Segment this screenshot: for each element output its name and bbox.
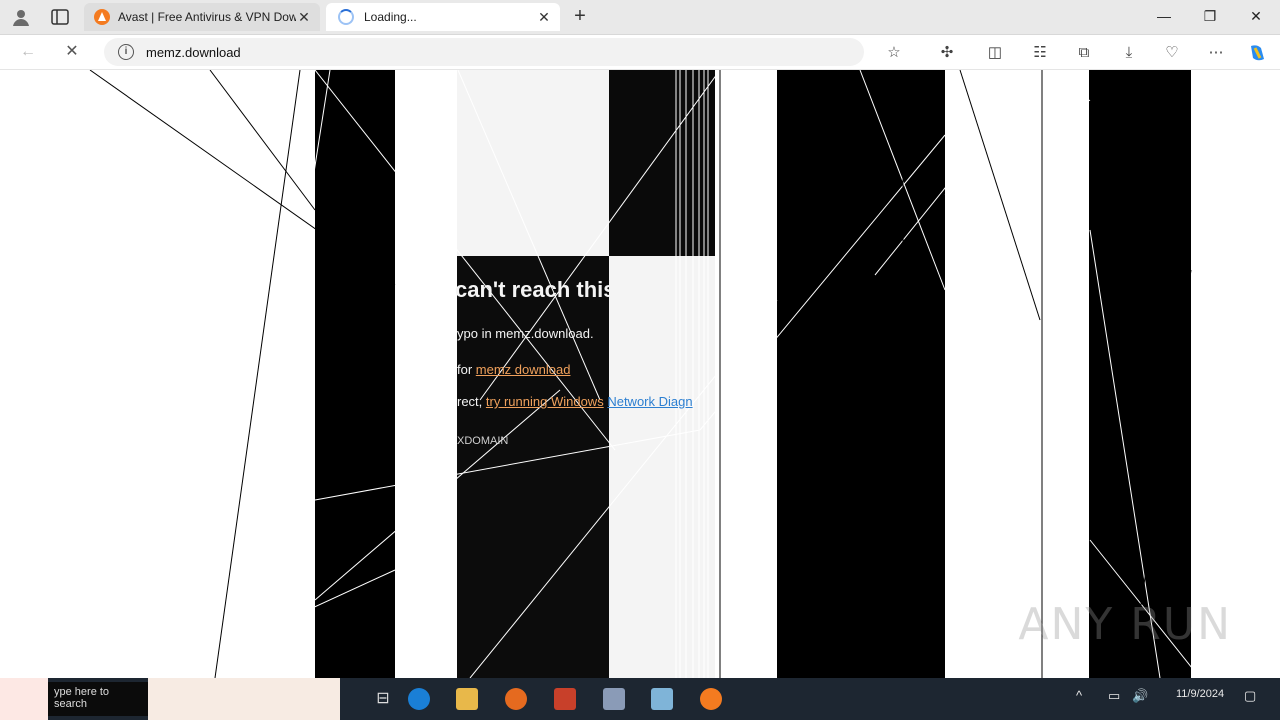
favorites-icon[interactable]: ☷: [1029, 42, 1051, 64]
back-button[interactable]: ←: [16, 41, 40, 63]
tab-actions-icon[interactable]: [48, 6, 72, 28]
favorite-star-icon[interactable]: ☆: [883, 42, 905, 64]
new-tab-button[interactable]: +: [568, 5, 592, 29]
diagnostics-link-continued[interactable]: Network Diagn: [607, 394, 692, 409]
profile-icon[interactable]: [10, 6, 32, 28]
firefox-icon[interactable]: [505, 688, 527, 710]
tab-title: Loading...: [364, 10, 417, 24]
notifications-icon[interactable]: ▢: [1244, 688, 1256, 704]
taskbar: ype here to search ⊟ ^ ▭ 🔊 11/9/2024 ▢: [0, 678, 1280, 720]
network-icon[interactable]: ▭: [1108, 688, 1120, 704]
error-code: XDOMAIN: [457, 435, 509, 447]
extensions-icon[interactable]: ✣: [936, 42, 958, 64]
anyrun-watermark: ANY RUN: [1018, 599, 1232, 650]
window-close-button[interactable]: ✕: [1236, 4, 1276, 28]
copilot-icon[interactable]: [1246, 42, 1268, 64]
error-line-prefix: rect,: [457, 394, 483, 409]
avast-taskbar-icon[interactable]: [700, 688, 722, 710]
search-link[interactable]: memz download: [476, 362, 571, 377]
split-screen-icon[interactable]: ◫: [984, 42, 1006, 64]
downloads-icon[interactable]: ⤓: [1118, 42, 1140, 64]
file-explorer-icon[interactable]: [456, 688, 478, 710]
task-view-icon[interactable]: ⊟: [372, 688, 394, 710]
address-text: memz.download: [146, 44, 241, 60]
app-icon[interactable]: [603, 688, 625, 710]
collections-icon[interactable]: ⧉: [1073, 42, 1095, 64]
search-highlight-banner: [148, 678, 340, 720]
close-icon[interactable]: ✕: [296, 9, 312, 25]
more-menu-icon[interactable]: ⋯: [1205, 42, 1227, 64]
error-line-diagnostics: rect, try running Windows Network Diagn: [457, 394, 693, 409]
restore-button[interactable]: ❐: [1190, 4, 1230, 28]
tab-loading[interactable]: Loading... ✕: [326, 3, 560, 31]
archive-app-icon[interactable]: [554, 688, 576, 710]
minimize-button[interactable]: —: [1144, 4, 1184, 28]
error-title: can't reach this page: [455, 277, 673, 302]
browser-titlebar: Avast | Free Antivirus & VPN Dow ✕ Loadi…: [0, 0, 1280, 35]
tray-chevron-icon[interactable]: ^: [1076, 688, 1082, 703]
tab-avast[interactable]: Avast | Free Antivirus & VPN Dow ✕: [84, 3, 320, 31]
browser-essentials-icon[interactable]: ♡: [1161, 42, 1183, 64]
taskbar-date[interactable]: 11/9/2024: [1176, 688, 1224, 700]
diagnostics-link[interactable]: try running Windows: [486, 394, 604, 409]
taskbar-search-box[interactable]: ype here to search: [48, 682, 148, 716]
error-line-typo: ypo in memz.download.: [457, 326, 594, 341]
page-content: can't reach this page ypo in memz.downlo…: [0, 70, 1280, 678]
error-line-prefix: for: [457, 362, 473, 377]
info-icon[interactable]: i: [118, 44, 134, 60]
loading-spinner-icon: [338, 9, 354, 25]
stop-button[interactable]: ✕: [60, 41, 84, 63]
close-icon[interactable]: ✕: [536, 9, 552, 25]
error-line-search: for memz download: [457, 362, 570, 377]
volume-icon[interactable]: 🔊: [1132, 688, 1148, 704]
glitch-lines: [89, 70, 1201, 678]
browser-toolbar: ← ✕ i memz.download ☆ ✣ ◫ ☷ ⧉ ⤓ ♡ ⋯: [0, 35, 1280, 70]
edge-icon[interactable]: [408, 688, 430, 710]
start-area[interactable]: [0, 678, 48, 720]
avast-icon: [94, 9, 110, 25]
tab-title: Avast | Free Antivirus & VPN Dow: [118, 10, 296, 24]
search-placeholder: ype here to search: [54, 686, 110, 710]
app-icon[interactable]: [651, 688, 673, 710]
address-bar[interactable]: i memz.download: [104, 38, 864, 66]
